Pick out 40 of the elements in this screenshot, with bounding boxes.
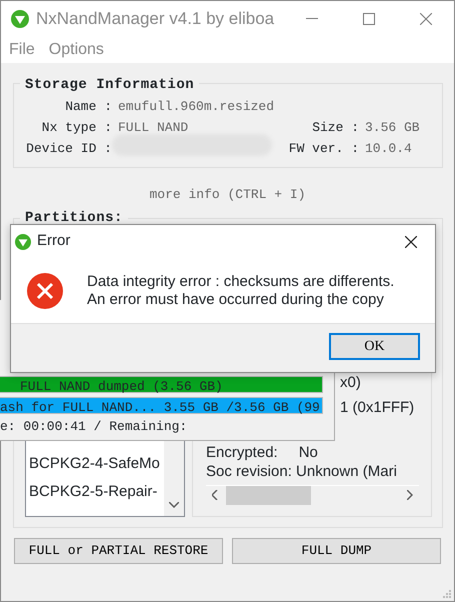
info-label: Encrypted: (206, 444, 278, 462)
scroll-down-icon (169, 502, 179, 508)
dialog-title: Error (37, 231, 70, 252)
close-icon[interactable] (405, 236, 417, 248)
info-text: 1 (0x1FFF) (340, 398, 414, 416)
status-text: e: 00:00:41 / Remaining: (0, 418, 188, 436)
window-title: NxNandManager v4.1 by eliboa (36, 8, 274, 30)
field-value: 3.56 GB (365, 118, 421, 136)
list-item[interactable]: BCPKG2-4-SafeMo (26, 450, 164, 478)
app-logo-icon (11, 10, 29, 28)
field-value: emufull.960m.resized (118, 98, 272, 116)
maximize-icon (362, 12, 374, 24)
error-message: Data integrity error : checksums are differents. An error must have occurred during the copy (87, 272, 394, 308)
close-icon (420, 12, 432, 24)
app-logo-icon (15, 234, 31, 250)
field-label: FW ver. : (288, 140, 359, 158)
list-item[interactable]: BCPKG2-5-Repair- (26, 478, 164, 506)
more-info-link[interactable]: more info (CTRL + I) (1, 184, 454, 202)
scroll-left-icon (212, 490, 218, 500)
action-button[interactable]: FULL or PARTIAL RESTORE (14, 538, 223, 564)
ok-button[interactable]: OK (329, 333, 420, 360)
scroll-thumb[interactable] (226, 486, 311, 504)
field-label: Nx type : (40, 118, 112, 136)
info-value: No (298, 444, 318, 462)
error-icon (27, 272, 63, 308)
group-title: Storage Information (20, 77, 200, 93)
action-button[interactable]: FULL DUMP (232, 538, 441, 564)
field-value: FULL NAND (118, 118, 190, 136)
field-label: Device ID : (25, 140, 112, 158)
info-text: x0) (340, 374, 361, 390)
resize-grip-icon (443, 590, 452, 599)
horizontal-scrollbar[interactable] (206, 484, 419, 504)
progress-text: FULL NAND dumped (3.56 GB) (20, 379, 223, 394)
field-label: Size : (311, 118, 359, 136)
info-text: Soc revision: Unknown (Mari (206, 462, 397, 480)
field-value: 10.0.4 (365, 140, 413, 158)
field-label: Name : (64, 98, 112, 116)
minimize-icon (306, 18, 318, 20)
progress-text: ash for FULL NAND... 3.55 GB /3.56 GB (99 (0, 400, 320, 415)
scroll-right-icon (407, 490, 413, 500)
